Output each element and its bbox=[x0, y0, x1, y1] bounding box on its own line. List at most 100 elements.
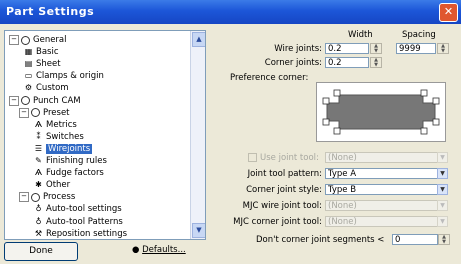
joint-tool-pattern-dropdown-icon[interactable]: ▼ bbox=[437, 168, 448, 179]
finish-icon: ✎ bbox=[35, 156, 42, 165]
tree-item-metrics[interactable]: Ѧ Metrics bbox=[33, 119, 77, 131]
custom-icon: ⚙ bbox=[24, 83, 33, 93]
corner-joint-style-dropdown-icon[interactable]: ▼ bbox=[437, 184, 448, 195]
corner-joints-width-spinner[interactable]: ▲ ▼ bbox=[370, 57, 382, 68]
corner-joints-label: Corner joints: bbox=[264, 58, 322, 68]
wire-joints-spacing-field[interactable]: 9999 bbox=[396, 43, 436, 54]
corner-diagram bbox=[322, 89, 440, 135]
autotool-icon: ♁ bbox=[35, 204, 42, 214]
corner-checkbox-rt[interactable] bbox=[432, 97, 440, 105]
pattern-icon: ♁ bbox=[35, 216, 42, 226]
tree-item-label: Auto-tool Patterns bbox=[46, 216, 123, 227]
tree-item-custom[interactable]: ⚙ Custom bbox=[23, 82, 69, 94]
fudge-icon: Ѧ bbox=[34, 168, 43, 178]
title-bar: Part Settings ✕ bbox=[0, 0, 461, 24]
wire-joints-width-field[interactable]: 0.2 bbox=[325, 43, 369, 54]
corner-joints-width-field[interactable]: 0.2 bbox=[325, 57, 369, 68]
use-joint-tool-dropdown-icon[interactable]: ▼ bbox=[437, 152, 448, 163]
tree-item-preset[interactable]: − Preset bbox=[19, 107, 70, 119]
preference-corner-label: Preference corner: bbox=[230, 73, 309, 83]
tree-item-label: Clamps & origin bbox=[36, 71, 104, 82]
tree-item-switches[interactable]: ⁑ Switches bbox=[33, 131, 84, 143]
tree-item-other[interactable]: ✱ Other bbox=[33, 179, 70, 191]
dont-corner-joint-label: Don't corner joint segments < bbox=[256, 235, 385, 245]
use-joint-tool-checkbox[interactable] bbox=[248, 153, 257, 162]
circle-node-icon bbox=[31, 108, 40, 118]
grid-icon: ▦ bbox=[24, 47, 33, 57]
tree-item-clamps-origin[interactable]: ▭ Clamps & origin bbox=[23, 70, 104, 82]
tree-item-label: Reposition settings bbox=[46, 228, 128, 239]
tree-item-fudge-factors[interactable]: Ѧ Fudge factors bbox=[33, 167, 104, 179]
scroll-up-icon[interactable]: ▲ bbox=[192, 32, 205, 47]
tree-scrollbar[interactable]: ▲ ▼ bbox=[190, 31, 205, 239]
corner-checkbox-br[interactable] bbox=[420, 127, 428, 135]
corner-checkbox-tl[interactable] bbox=[333, 89, 341, 97]
dont-corner-joint-field[interactable]: 0 bbox=[392, 234, 438, 245]
tree-item-label: Auto-tool settings bbox=[46, 204, 122, 215]
tree-item-label: Finishing rules bbox=[46, 156, 107, 166]
tree-item-sheet[interactable]: ▤ Sheet bbox=[23, 58, 61, 70]
wirejoint-icon: ☰ bbox=[34, 143, 43, 153]
switch-icon: ⁑ bbox=[36, 131, 41, 141]
tree-item-label: Switches bbox=[46, 131, 84, 142]
use-joint-tool-select[interactable]: (None) bbox=[325, 152, 438, 163]
tree-item-label: Basic bbox=[36, 47, 59, 58]
joint-tool-pattern-select[interactable]: Type A bbox=[325, 168, 438, 179]
tree-item-label: Metrics bbox=[46, 119, 77, 130]
tree-item-finishing-rules[interactable]: ✎ Finishing rules bbox=[33, 155, 107, 167]
tree-item-auto-tool-patterns[interactable]: ♁ Auto-tool Patterns bbox=[33, 216, 123, 228]
mjc-wire-joint-label: MJC wire joint tool: bbox=[242, 201, 322, 211]
mjc-corner-joint-label: MJC corner joint tool: bbox=[233, 217, 322, 227]
tree-item-label: Sheet bbox=[36, 59, 61, 70]
tree-item-label: Punch CAM bbox=[33, 95, 81, 106]
tree-item-process[interactable]: − Process bbox=[19, 191, 75, 203]
tree-item-label: Fudge factors bbox=[46, 168, 104, 179]
tree-item-label: Wirejoints bbox=[46, 143, 93, 154]
circle-node-icon bbox=[31, 192, 40, 202]
sheet-icon: ▤ bbox=[24, 59, 33, 69]
mjc-wire-joint-select[interactable]: (None) bbox=[325, 200, 438, 211]
defaults-bullet-icon: ● bbox=[132, 245, 140, 255]
settings-tree: − General ▦ Basic ▤ Sheet ▭ Clamps & origin ⚙ Cus… bbox=[4, 30, 206, 240]
spacing-header: Spacing bbox=[402, 30, 436, 40]
preference-corner-picker[interactable] bbox=[316, 82, 446, 142]
tree-item-auto-tool-settings[interactable]: ♁ Auto-tool settings bbox=[33, 203, 122, 215]
mjc-corner-dropdown-icon[interactable]: ▼ bbox=[437, 216, 448, 227]
tree-item-label: Custom bbox=[36, 83, 69, 94]
corner-joint-style-label: Corner joint style: bbox=[246, 185, 322, 195]
collapse-toggle-icon[interactable]: − bbox=[19, 107, 29, 118]
scroll-down-icon[interactable]: ▼ bbox=[192, 223, 205, 238]
reposition-icon: ⚒ bbox=[34, 228, 43, 238]
collapse-toggle-icon[interactable]: − bbox=[19, 192, 29, 203]
corner-checkbox-tr[interactable] bbox=[420, 89, 428, 97]
mjc-corner-joint-select[interactable]: (None) bbox=[325, 216, 438, 227]
dont-corner-joint-spinner[interactable]: ▲ ▼ bbox=[438, 234, 450, 245]
close-button[interactable]: ✕ bbox=[439, 3, 458, 22]
use-joint-tool-label: Use joint tool: bbox=[260, 153, 319, 163]
tree-item-label: Other bbox=[46, 180, 71, 191]
width-header: Width bbox=[348, 30, 373, 40]
tree-item-basic[interactable]: ▦ Basic bbox=[23, 46, 59, 58]
tree-item-reposition-settings[interactable]: ⚒ Reposition settings bbox=[33, 228, 128, 239]
part-shape-icon bbox=[326, 94, 436, 130]
tree-item-general[interactable]: − General bbox=[9, 34, 67, 46]
defaults-link[interactable]: ● Defaults... bbox=[132, 245, 186, 255]
defaults-label: Defaults... bbox=[142, 245, 186, 255]
corner-checkbox-lt[interactable] bbox=[322, 97, 330, 105]
collapse-toggle-icon[interactable]: − bbox=[9, 35, 19, 45]
corner-joint-style-select[interactable]: Type B bbox=[325, 184, 438, 195]
circle-node-icon bbox=[21, 96, 30, 105]
wire-joints-label: Wire joints: bbox=[274, 44, 322, 54]
corner-checkbox-bl[interactable] bbox=[333, 127, 341, 135]
wire-joints-spacing-spinner[interactable]: ▲ ▼ bbox=[437, 43, 449, 54]
collapse-toggle-icon[interactable]: − bbox=[9, 95, 19, 106]
circle-node-icon bbox=[21, 35, 30, 45]
tree-item-wirejoints[interactable]: ☰ Wirejoints bbox=[33, 143, 93, 155]
corner-checkbox-lb[interactable] bbox=[322, 118, 330, 126]
corner-checkbox-rb[interactable] bbox=[432, 118, 440, 126]
clamp-icon: ▭ bbox=[24, 71, 33, 81]
tree-item-punch-cam[interactable]: − Punch CAM bbox=[9, 95, 81, 107]
mjc-wire-dropdown-icon[interactable]: ▼ bbox=[437, 200, 448, 211]
wire-joints-width-spinner[interactable]: ▲ ▼ bbox=[370, 43, 382, 54]
done-button[interactable]: Done bbox=[4, 242, 78, 261]
